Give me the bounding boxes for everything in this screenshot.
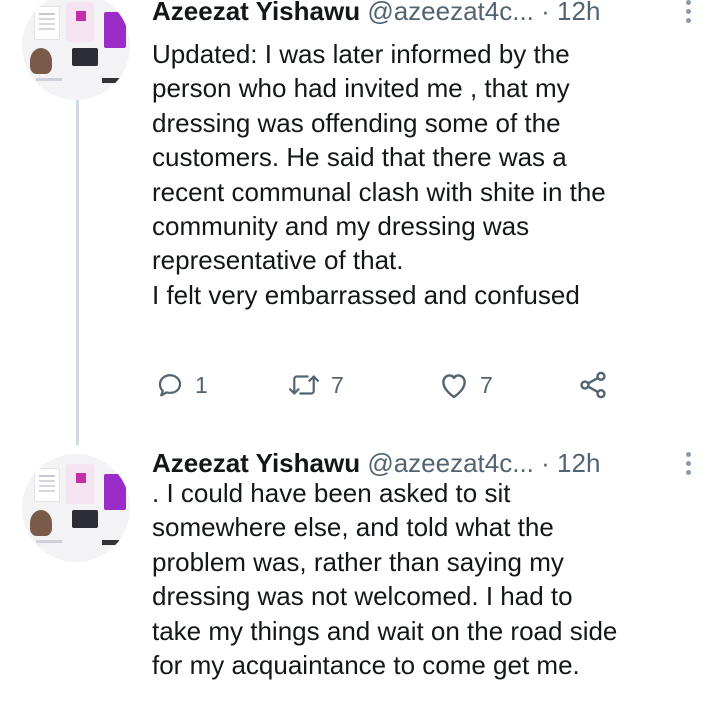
timestamp[interactable]: 12h [557, 0, 600, 26]
more-vertical-icon[interactable] [686, 452, 692, 476]
tweet-text-line: dressing was not welcomed. I had to [152, 581, 573, 612]
tweet-header: Azeezat Yishawu @azeezat4c... · 12h [152, 446, 720, 480]
tweet-text-line: Updated: I was later informed by the [152, 39, 570, 69]
reply-count: 1 [195, 371, 208, 398]
tweet-text: Updated: I was later informed by the per… [152, 37, 700, 312]
timestamp[interactable]: 12h [557, 448, 600, 478]
avatar[interactable] [22, 454, 130, 562]
tweet-text-line: person who had invited me , that my [152, 73, 570, 104]
retweet-count: 7 [331, 371, 344, 398]
tweet-text-line: customers. He said that there was a [152, 142, 567, 173]
tweet-text-line: I felt very embarrassed and confused [152, 279, 580, 310]
author-handle[interactable]: @azeezat4c... [367, 0, 534, 26]
author-name[interactable]: Azeezat Yishawu [152, 448, 360, 478]
tweet-text-line: problem was, rather than saying my [152, 546, 564, 577]
tweet-text-line: dressing was offending some of the [152, 107, 561, 138]
tweet-text-line: somewhere else, and told what the [152, 512, 554, 543]
more-vertical-icon[interactable] [686, 0, 692, 24]
tweet-text-line: . I could have been asked to sit [152, 478, 511, 508]
reply-button[interactable]: 1 [155, 368, 208, 402]
separator: · [541, 0, 550, 26]
retweet-button[interactable]: 7 [287, 368, 344, 402]
separator: · [541, 448, 550, 478]
tweet-text-line: representative of that. [152, 245, 404, 276]
author-handle[interactable]: @azeezat4c... [367, 448, 534, 478]
author-name[interactable]: Azeezat Yishawu [152, 0, 360, 26]
share-button[interactable] [577, 368, 609, 402]
tweet-text: . I could have been asked to sit somewhe… [152, 476, 700, 682]
retweet-icon [288, 375, 320, 395]
tweet-actions: 1 7 7 [155, 368, 655, 402]
tweet-text-line: for my acquaintance to come get me. [152, 650, 580, 681]
tweet-text-line: take my things and wait on the road side [152, 615, 618, 646]
share-icon [580, 371, 606, 399]
avatar[interactable] [22, 0, 130, 100]
reply-icon [158, 374, 182, 397]
tweet-1[interactable]: Azeezat Yishawu @azeezat4c... · 12h Upda… [0, 0, 720, 440]
tweet-text-line: recent communal clash with shite in the [152, 176, 606, 207]
like-count: 7 [480, 371, 493, 398]
tweet-text-line: community and my dressing was [152, 211, 530, 242]
tweet-header: Azeezat Yishawu @azeezat4c... · 12h [152, 0, 720, 28]
heart-icon [442, 374, 466, 399]
like-button[interactable]: 7 [438, 368, 493, 402]
